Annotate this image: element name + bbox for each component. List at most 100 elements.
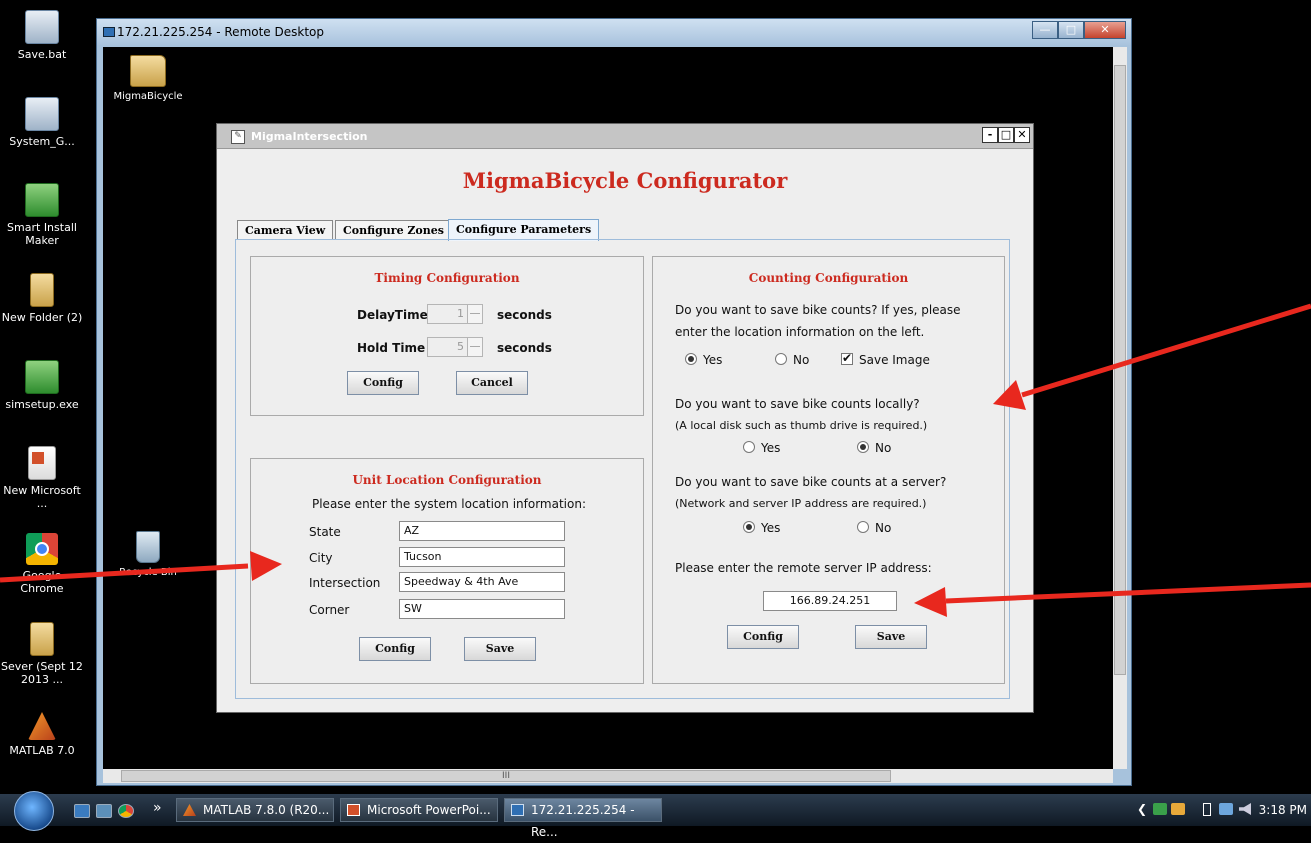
tray-expand-icon[interactable]: ❮ [1137, 802, 1147, 816]
unit-location-title: Unit Location Configuration [352, 473, 542, 487]
remote-desktop-icon [511, 804, 524, 816]
remote-desktop-icon [103, 27, 115, 37]
desktop-icon-smart-install-maker[interactable]: Smart Install Maker [0, 183, 84, 247]
save-counts-no-radio[interactable]: No [775, 353, 809, 367]
hold-time-label: Hold Time [357, 341, 426, 355]
delay-time-spinner[interactable]: 1 [427, 304, 483, 324]
delay-unit-label: seconds [497, 308, 552, 322]
app-maximize-button[interactable]: □ [998, 127, 1014, 143]
tray-app-icon[interactable] [1171, 803, 1185, 815]
save-locally-note: (A local disk such as thumb drive is req… [675, 419, 928, 432]
desktop-icon-label: MATLAB 7.0 [9, 744, 75, 757]
counting-configuration-group: Counting Configuration Do you want to sa… [652, 256, 1005, 684]
taskbar: » MATLAB 7.8.0 (R20... Microsoft PowerPo… [0, 791, 1311, 839]
scrollbar-thumb[interactable] [1114, 65, 1126, 675]
minimize-button[interactable]: — [1032, 21, 1058, 39]
volume-icon[interactable] [1239, 803, 1251, 815]
matlab-icon [28, 712, 56, 740]
app-minimize-button[interactable]: - [982, 127, 998, 143]
save-counts-yes-radio[interactable]: Yes [685, 353, 722, 367]
show-desktop-icon[interactable] [74, 804, 90, 818]
save-counts-question-line1: Do you want to save bike counts? If yes,… [675, 303, 961, 317]
network-icon[interactable] [1219, 803, 1233, 815]
unit-location-group: Unit Location Configuration Please enter… [250, 458, 644, 684]
desktop-icon-simsetup[interactable]: simsetup.exe [0, 360, 84, 411]
spinner-arrows-icon[interactable] [467, 305, 482, 323]
desktop-icon-sever-folder[interactable]: Sever (Sept 12 2013 ... [0, 622, 84, 686]
delay-time-value: 1 [457, 307, 464, 320]
state-label: State [309, 525, 341, 539]
desktop-icon-save-bat[interactable]: Save.bat [0, 10, 84, 61]
timing-config-button[interactable]: Config [347, 371, 419, 395]
desktop-icon-new-folder-2[interactable]: New Folder (2) [0, 273, 84, 324]
hold-time-value: 5 [457, 340, 464, 353]
battery-icon[interactable] [1203, 803, 1211, 816]
radio-label: No [875, 441, 892, 455]
save-image-checkbox[interactable]: ✔ Save Image [841, 351, 930, 367]
tray-app-icon[interactable] [1153, 803, 1167, 815]
desktop-icon-matlab[interactable]: MATLAB 7.0 [0, 712, 84, 757]
desktop-icon-google-chrome[interactable]: Google Chrome [0, 533, 84, 595]
clock[interactable]: 3:18 PM [1259, 803, 1307, 817]
intersection-field[interactable]: Speedway & 4th Ave [399, 572, 565, 592]
corner-field[interactable]: SW [399, 599, 565, 619]
server-ip-field[interactable]: 166.89.24.251 [763, 591, 897, 611]
maximize-button[interactable]: □ [1058, 21, 1084, 39]
taskbar-item-remote-desktop[interactable]: 172.21.225.254 - Re... [504, 798, 662, 839]
tab-camera-view[interactable]: Camera View [237, 220, 334, 240]
intersection-label: Intersection [309, 576, 381, 590]
location-config-button[interactable]: Config [359, 637, 431, 661]
taskbar-item-matlab[interactable]: MATLAB 7.8.0 (R20... [176, 798, 334, 822]
app-titlebar[interactable]: ✎ MigmaIntersection - □ ✕ [217, 124, 1033, 149]
installer-icon [25, 183, 59, 217]
server-ip-prompt: Please enter the remote server IP addres… [675, 561, 932, 575]
city-field[interactable]: Tucson [399, 547, 565, 567]
gear-icon [25, 97, 59, 131]
tab-configure-zones[interactable]: Configure Zones [335, 220, 452, 240]
remote-icon-recycle-bin[interactable]: Recycle Bin [113, 531, 183, 578]
quicklaunch-overflow-icon[interactable]: » [153, 800, 162, 816]
app-title: MigmaIntersection [251, 130, 368, 143]
counting-save-button[interactable]: Save [855, 625, 927, 649]
remote-desktop-titlebar[interactable]: 172.21.225.254 - Remote Desktop — □ ✕ [97, 19, 1131, 45]
vertical-scrollbar[interactable] [1113, 47, 1127, 769]
save-server-yes-radio[interactable]: Yes [743, 521, 780, 535]
desktop-icon-system-g[interactable]: System_G... [0, 97, 84, 148]
desktop-icon-label: New Microsoft ... [3, 484, 81, 510]
counting-configuration-title: Counting Configuration [748, 271, 909, 285]
switch-windows-icon[interactable] [96, 804, 112, 818]
counting-config-button[interactable]: Config [727, 625, 799, 649]
save-counts-question-line2: enter the location information on the le… [675, 325, 925, 339]
gear-icon [25, 10, 59, 44]
app-close-button[interactable]: ✕ [1014, 127, 1030, 143]
taskbar-item-powerpoint[interactable]: Microsoft PowerPoi... [340, 798, 498, 822]
location-save-button[interactable]: Save [464, 637, 536, 661]
folder-icon [30, 273, 54, 307]
powerpoint-icon [347, 804, 360, 816]
delay-time-label: DelayTime [357, 308, 428, 322]
city-label: City [309, 551, 333, 565]
location-prompt: Please enter the system location informa… [311, 497, 586, 511]
desktop-icon-label: System_G... [9, 135, 75, 148]
start-button[interactable] [14, 791, 54, 831]
folder-icon [30, 622, 54, 656]
desktop-icon-new-microsoft[interactable]: New Microsoft ... [0, 446, 84, 510]
chrome-icon[interactable] [118, 804, 134, 818]
spinner-arrows-icon[interactable] [467, 338, 482, 356]
window-title: 172.21.225.254 - Remote Desktop [117, 25, 324, 39]
tab-configure-parameters[interactable]: Configure Parameters [448, 219, 600, 241]
remote-icon-label: MigmaBicycle [113, 91, 183, 102]
hold-time-spinner[interactable]: 5 [427, 337, 483, 357]
save-locally-no-radio[interactable]: No [857, 441, 891, 455]
checkmark-icon: ✔ [842, 351, 853, 365]
desktop-icon-label: Save.bat [17, 48, 67, 61]
save-server-no-radio[interactable]: No [857, 521, 891, 535]
horizontal-scrollbar[interactable]: III [103, 769, 1113, 783]
save-locally-yes-radio[interactable]: Yes [743, 441, 780, 455]
remote-icon-migmabicycle[interactable]: MigmaBicycle [113, 55, 183, 102]
scrollbar-thumb[interactable]: III [121, 770, 891, 782]
desktop-icon-label: Sever (Sept 12 2013 ... [1, 660, 83, 686]
timing-cancel-button[interactable]: Cancel [456, 371, 528, 395]
state-field[interactable]: AZ [399, 521, 565, 541]
close-button[interactable]: ✕ [1084, 21, 1126, 39]
